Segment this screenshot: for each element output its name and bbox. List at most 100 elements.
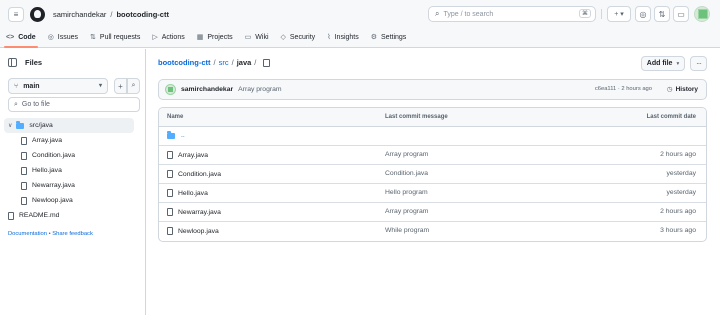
parent-directory-label[interactable]: ..: [181, 132, 185, 139]
row-commit-date: 2 hours ago: [660, 151, 696, 158]
tab-code[interactable]: <> Code: [0, 30, 42, 48]
add-file-icon[interactable]: +: [114, 78, 127, 94]
tab-label: Actions: [161, 33, 185, 41]
tree-item-readme[interactable]: README.md: [0, 208, 146, 223]
graph-icon: ⌇: [327, 34, 331, 41]
tab-insights[interactable]: ⌇ Insights: [321, 30, 365, 44]
tab-issues[interactable]: ◎ Issues: [42, 30, 84, 44]
user-avatar[interactable]: [694, 6, 710, 22]
table-row[interactable]: Newarray.java Array program 2 hours ago: [159, 203, 706, 222]
table-row[interactable]: Condition.java Condition.java yesterday: [159, 165, 706, 184]
documentation-link[interactable]: Documentation • Share feedback: [8, 231, 93, 237]
file-tree: ∨ src/java Array.java Condition.java Hel…: [0, 118, 146, 223]
git-branch-icon: ⑂: [14, 82, 19, 90]
breadcrumb-separator: /: [110, 10, 113, 19]
tab-label: Code: [18, 33, 36, 41]
commit-meta[interactable]: c6ea111 · 2 hours ago: [595, 86, 652, 92]
branch-selector[interactable]: ⑂ main ▾: [8, 78, 108, 94]
add-file-button[interactable]: Add file ▾: [641, 56, 685, 71]
pull-requests-icon[interactable]: ⇅: [654, 6, 670, 22]
file-name[interactable]: Condition.java: [178, 171, 221, 178]
inbox-icon[interactable]: ▭: [673, 6, 689, 22]
add-file-label: Add file: [646, 60, 673, 67]
chevron-down-icon[interactable]: ∨: [8, 122, 12, 129]
menu-icon[interactable]: ≡: [8, 7, 24, 22]
files-title: Files: [25, 58, 43, 67]
row-commit-date: yesterday: [666, 170, 696, 177]
file-icon: [167, 189, 173, 197]
path-breadcrumb: bootcoding-ctt / src / java /: [158, 58, 271, 67]
file-name[interactable]: Array.java: [178, 152, 208, 159]
row-name: Condition.java: [167, 170, 221, 178]
copy-path-icon[interactable]: [263, 58, 271, 67]
tab-label: Issues: [57, 33, 79, 41]
tab-actions[interactable]: ▷ Actions: [146, 30, 190, 44]
tab-settings[interactable]: ⚙ Settings: [365, 30, 413, 44]
commit-author[interactable]: samirchandekar: [181, 86, 233, 93]
parent-directory-row[interactable]: ..: [159, 127, 706, 146]
row-commit-message[interactable]: Hello program: [385, 189, 428, 196]
row-commit-date: yesterday: [666, 189, 696, 196]
branch-name: main: [23, 82, 40, 90]
tree-item-label: src/java: [29, 122, 53, 129]
row-commit-message[interactable]: While program: [385, 227, 429, 234]
pull-request-icon: ⇅: [90, 34, 96, 41]
tab-projects[interactable]: ▦ Projects: [191, 30, 239, 44]
go-to-file-placeholder: Go to file: [21, 101, 50, 108]
owner-link[interactable]: samirchandekar: [53, 10, 106, 19]
file-table: Name Last commit message Last commit dat…: [158, 107, 707, 242]
create-new-button[interactable]: + ▾: [607, 6, 631, 22]
file-icon: [21, 151, 27, 160]
row-name: Newarray.java: [167, 208, 221, 216]
play-icon: ▷: [152, 34, 158, 41]
commit-author-avatar[interactable]: [165, 84, 176, 95]
tab-security[interactable]: ◇ Security: [275, 30, 322, 44]
issues-icon[interactable]: ◎: [635, 6, 651, 22]
tree-item-hello-java[interactable]: Hello.java: [0, 163, 146, 178]
tree-item-src-java[interactable]: ∨ src/java: [4, 118, 134, 133]
tab-label: Security: [289, 33, 316, 41]
repo-link[interactable]: bootcoding-ctt: [116, 10, 169, 19]
table-row[interactable]: Newloop.java While program 3 hours ago: [159, 222, 706, 241]
table-header: Name Last commit message Last commit dat…: [159, 108, 706, 127]
book-icon: ▭: [244, 34, 252, 41]
sidebar-collapse-icon[interactable]: [8, 58, 17, 67]
tab-pull-requests[interactable]: ⇅ Pull requests: [84, 30, 146, 44]
history-button[interactable]: ◷ History: [666, 85, 698, 94]
tree-item-label: Array.java: [32, 137, 63, 144]
tree-item-array-java[interactable]: Array.java: [0, 133, 146, 148]
go-to-file-input[interactable]: ⌕ Go to file: [8, 97, 140, 112]
search-icon[interactable]: ⌕: [127, 78, 140, 94]
row-commit-message[interactable]: Array program: [385, 208, 428, 215]
more-options-button[interactable]: ···: [690, 56, 707, 71]
tree-item-label: Newarray.java: [32, 182, 75, 189]
table-row[interactable]: Array.java Array program 2 hours ago: [159, 146, 706, 165]
file-icon: [167, 151, 173, 159]
file-name[interactable]: Newloop.java: [178, 228, 219, 235]
table-row[interactable]: Hello.java Hello program yesterday: [159, 184, 706, 203]
row-name: ..: [167, 131, 185, 139]
file-icon: [167, 208, 173, 216]
file-icon: [8, 211, 14, 220]
search-input[interactable]: ⌕ Type / to search ⌘: [428, 6, 596, 22]
tab-wiki[interactable]: ▭ Wiki: [239, 30, 275, 44]
tab-label: Insights: [334, 33, 359, 41]
history-icon: ◷: [666, 86, 673, 93]
tree-item-condition-java[interactable]: Condition.java: [0, 148, 146, 163]
commit-message[interactable]: Array program: [238, 86, 281, 93]
file-name[interactable]: Newarray.java: [178, 209, 221, 216]
breadcrumb-repo-link[interactable]: bootcoding-ctt: [158, 58, 211, 67]
breadcrumb-src-link[interactable]: src: [219, 58, 229, 67]
tree-item-newarray-java[interactable]: Newarray.java: [0, 178, 146, 193]
github-logo-icon[interactable]: [30, 7, 45, 22]
gear-icon: ⚙: [370, 34, 378, 41]
file-name[interactable]: Hello.java: [178, 190, 208, 197]
repo-breadcrumb: samirchandekar / bootcoding-ctt: [53, 10, 169, 19]
row-commit-message[interactable]: Condition.java: [385, 170, 428, 177]
shield-icon: ◇: [280, 34, 286, 41]
issue-icon: ◎: [47, 34, 54, 41]
tree-item-newloop-java[interactable]: Newloop.java: [0, 193, 146, 208]
command-palette-icon[interactable]: ⌘: [579, 9, 591, 18]
header-divider: [601, 9, 602, 19]
row-commit-message[interactable]: Array program: [385, 151, 428, 158]
